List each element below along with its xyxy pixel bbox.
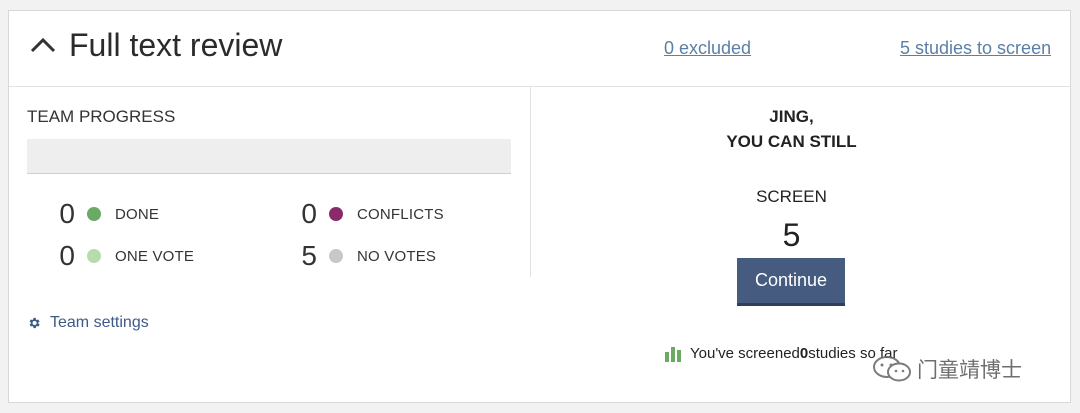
stat-label: ONE VOTE (115, 247, 195, 265)
stat-label: NO VOTES (357, 247, 437, 265)
screened-count: 0 (799, 345, 809, 362)
stat-count: 5 (301, 240, 317, 271)
greeting-line: YOU CAN STILL (726, 132, 857, 151)
continue-button[interactable]: Continue (737, 258, 845, 306)
excluded-link[interactable]: 0 excluded (664, 38, 751, 59)
screen-label: SCREEN (756, 187, 827, 206)
page-title: Full text review (69, 27, 283, 63)
done-dot-icon (87, 207, 101, 221)
bar-chart-icon (665, 347, 681, 362)
team-progress-label: TEAM PROGRESS (27, 107, 176, 126)
gear-icon (29, 317, 40, 329)
team-progress-bar (27, 139, 511, 174)
card-header: Full text review 0 excluded 5 studies to… (9, 11, 1070, 87)
stat-count: 0 (59, 198, 75, 229)
watermark: 门童靖博士 (871, 354, 1022, 384)
screened-prefix: You've screened (690, 345, 800, 362)
watermark-text: 门童靖博士 (917, 359, 1022, 382)
stat-label: DONE (115, 205, 160, 223)
stat-count: 0 (301, 198, 317, 229)
wechat-icon (873, 356, 911, 382)
greeting-name: JING, (769, 107, 814, 126)
screen-count: 5 (782, 217, 801, 253)
full-text-review-card: Full text review 0 excluded 5 studies to… (8, 10, 1071, 403)
no-votes-dot-icon (329, 249, 343, 263)
studies-to-screen-link[interactable]: 5 studies to screen (900, 38, 1051, 59)
chevron-up-icon[interactable] (29, 35, 57, 55)
stat-done: 0 DONE (51, 198, 160, 229)
screened-summary: You've screened 0 studies so far (664, 345, 897, 362)
conflicts-dot-icon (329, 207, 343, 221)
stat-one-vote: 0 ONE VOTE (51, 240, 195, 271)
team-settings-link[interactable]: Team settings (27, 314, 149, 332)
one-vote-dot-icon (87, 249, 101, 263)
stat-no-votes: 5 NO VOTES (293, 240, 437, 271)
stat-label: CONFLICTS (357, 205, 444, 223)
stat-conflicts: 0 CONFLICTS (293, 198, 444, 229)
stat-count: 0 (59, 240, 75, 271)
team-settings-label: Team settings (50, 314, 149, 331)
